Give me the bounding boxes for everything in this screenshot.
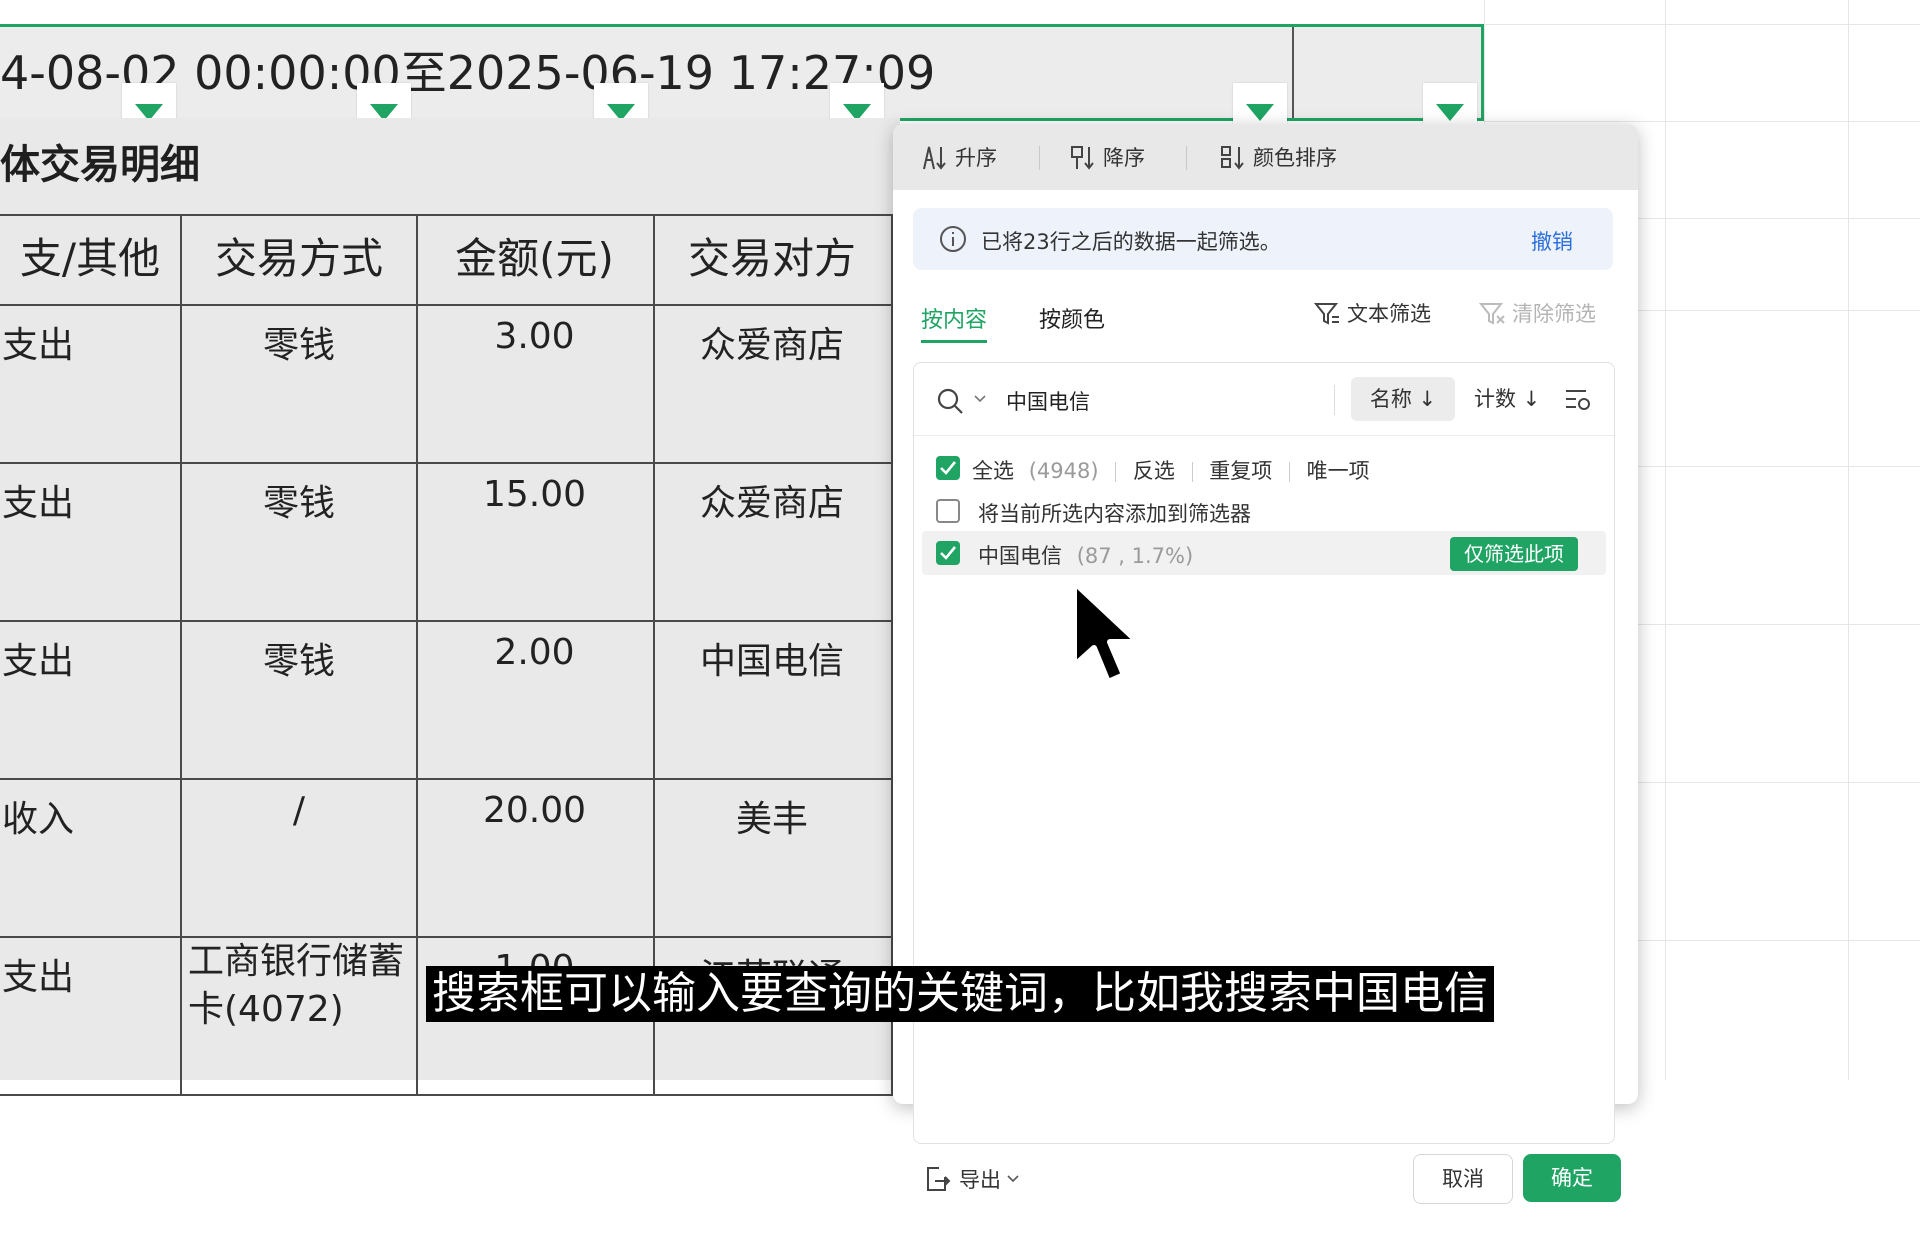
toolbar-divider [1186, 146, 1187, 170]
search-input[interactable] [1004, 385, 1308, 417]
table-cell[interactable]: 15.00 [416, 464, 655, 622]
table-cell[interactable]: 2.00 [416, 622, 655, 780]
export-label: 导出 [959, 1168, 1001, 1192]
table-cell[interactable]: 支出 [0, 464, 182, 622]
column-header[interactable]: 金额(元) [416, 214, 655, 306]
unique-link[interactable]: 唯一项 [1307, 459, 1370, 483]
table-cell[interactable]: 支出 [0, 622, 182, 780]
select-all-count: (4948) [1028, 459, 1099, 483]
video-subtitle: 搜索框可以输入要查询的关键词，比如我搜索中国电信 [426, 966, 1494, 1022]
sort-descending-label: 降序 [1103, 146, 1145, 170]
search-icon[interactable] [936, 387, 964, 415]
info-icon [940, 226, 966, 252]
filter-values-box: 名称 ↓ 计数 ↓ 全选 (4948) 反选 重复项 唯一项 [913, 362, 1615, 1144]
table-cell[interactable]: 零钱 [180, 622, 418, 780]
checkmark-icon [940, 461, 957, 475]
chevron-down-icon [1007, 1175, 1019, 1183]
add-to-filter-label: 将当前所选内容添加到筛选器 [978, 502, 1251, 526]
text-filter-icon [1313, 303, 1339, 325]
filter-arrow-icon [1246, 104, 1274, 121]
column-header[interactable]: 交易对方 [653, 214, 893, 306]
table-cell[interactable]: 众爱商店 [653, 306, 893, 464]
sort-by-name-button[interactable]: 名称 ↓ [1351, 377, 1455, 421]
table-cell[interactable]: / [180, 780, 418, 938]
search-row: 名称 ↓ 计数 ↓ [914, 363, 1614, 436]
sort-by-count-button[interactable]: 计数 ↓ [1474, 377, 1540, 421]
column-header[interactable]: 支/其他 [0, 214, 182, 306]
sheet-title: 体交易明细 [0, 142, 200, 188]
sort-descending-icon [1071, 146, 1094, 170]
add-to-filter-checkbox[interactable] [936, 499, 960, 523]
filter-arrow-icon [1436, 104, 1464, 121]
undo-link[interactable]: 撤销 [1531, 226, 1573, 256]
table-cell[interactable]: 工商银行储蓄卡(4072) [180, 938, 418, 1096]
color-sort-icon [1221, 146, 1244, 170]
duplicates-link[interactable]: 重复项 [1209, 459, 1272, 483]
filter-only-this-button[interactable]: 仅筛选此项 [1450, 537, 1578, 571]
search-divider [1334, 385, 1335, 415]
clear-filter-icon [1478, 303, 1505, 325]
table-cell[interactable]: 零钱 [180, 306, 418, 464]
cancel-button[interactable]: 取消 [1413, 1154, 1513, 1204]
sort-toolbar: 升序 降序 颜色排序 [893, 124, 1638, 190]
tab-by-content[interactable]: 按内容 [921, 302, 988, 343]
table-cell[interactable]: 3.00 [416, 306, 655, 464]
clear-filter-label: 清除筛选 [1512, 302, 1596, 326]
list-settings-icon[interactable] [1564, 387, 1592, 413]
clear-filter-button[interactable]: 清除筛选 [1478, 298, 1596, 328]
sort-ascending-label: 升序 [955, 146, 997, 170]
list-item[interactable]: 中国电信 (87 , 1.7%) 仅筛选此项 [922, 531, 1606, 575]
sort-ascending-icon [923, 146, 946, 170]
text-filter-label: 文本筛选 [1347, 302, 1431, 326]
filter-notice-banner: 已将23行之后的数据一起筛选。 撤销 [913, 208, 1613, 270]
sheet-area: 体交易明细 支/其他 交易方式 金额(元) 交易对方 支出 零钱 3.00 众爱… [0, 118, 900, 1096]
table-cell[interactable]: 美丰 [653, 780, 893, 938]
table-cell[interactable]: 支出 [0, 306, 182, 464]
color-sort-button[interactable]: 颜色排序 [1219, 140, 1337, 174]
table-cell[interactable]: 20.00 [416, 780, 655, 938]
item-stats: (87 , 1.7%) [1076, 544, 1194, 568]
sort-ascending-button[interactable]: 升序 [921, 140, 997, 174]
item-label-group: 中国电信 (87 , 1.7%) [978, 540, 1193, 570]
table-cell[interactable]: 中国电信 [653, 622, 893, 780]
column-separator [1292, 27, 1294, 118]
table-cell[interactable]: 支出 [0, 938, 182, 1096]
checkmark-icon [940, 546, 957, 560]
invert-selection-link[interactable]: 反选 [1133, 459, 1175, 483]
text-filter-button[interactable]: 文本筛选 [1313, 298, 1431, 328]
select-all-option: 全选 (4948) 反选 重复项 唯一项 [972, 455, 1370, 485]
export-button[interactable]: 导出 [923, 1164, 1027, 1194]
select-all-checkbox[interactable] [936, 456, 960, 480]
tab-by-color[interactable]: 按颜色 [1039, 302, 1105, 334]
notice-text: 已将23行之后的数据一起筛选。 [981, 230, 1281, 254]
select-all-label[interactable]: 全选 [972, 459, 1014, 483]
table-cell[interactable]: 零钱 [180, 464, 418, 622]
panel-footer: 导出 取消 确定 [893, 1154, 1638, 1234]
date-range-header-row[interactable]: 4-08-02 00:00:00至2025-06-19 17:27:09 [0, 24, 1484, 141]
chevron-down-icon[interactable] [974, 395, 986, 403]
table-cell[interactable]: 众爱商店 [653, 464, 893, 622]
item-checkbox[interactable] [936, 541, 960, 565]
item-label: 中国电信 [978, 544, 1062, 568]
mouse-cursor-icon [1071, 579, 1141, 685]
color-sort-label: 颜色排序 [1253, 146, 1337, 170]
filter-panel: 升序 降序 颜色排序 已将23行之后的数据一起筛选。 撤销 按内容 按颜色 文本… [893, 124, 1638, 1204]
table-cell[interactable]: 收入 [0, 780, 182, 938]
export-icon [927, 1167, 951, 1191]
column-header[interactable]: 交易方式 [180, 214, 418, 306]
sort-descending-button[interactable]: 降序 [1069, 140, 1145, 174]
confirm-button[interactable]: 确定 [1523, 1154, 1621, 1202]
toolbar-divider [1039, 146, 1040, 170]
